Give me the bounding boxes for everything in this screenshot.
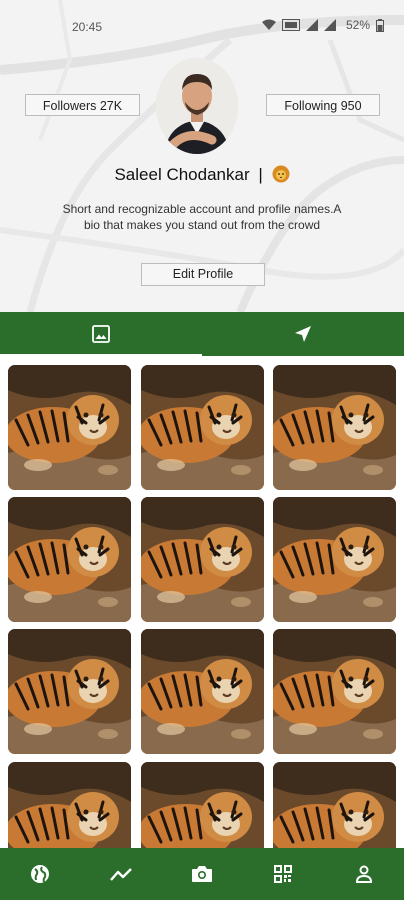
name-separator: | [258,165,263,184]
photo-tile[interactable] [141,365,264,490]
profile-name: Saleel Chodankar [114,165,250,184]
photo-tile[interactable] [273,365,396,490]
volte-icon [281,19,300,31]
profile-header: 20:45 52% Followers 27K Following 950 Sa… [0,0,404,312]
photo-tile[interactable] [8,762,131,848]
camera-icon [191,866,212,882]
signal-icon [305,19,318,31]
signal-icon [323,19,336,31]
person-icon [355,865,372,883]
photo-tile[interactable] [141,629,264,754]
profile-tab-bar [0,312,404,356]
status-icons: 52% [261,18,384,32]
following-count[interactable]: Following 950 [266,94,380,116]
tab-photos[interactable] [0,312,202,356]
photo-tile[interactable] [273,497,396,622]
tiger-photo [273,497,396,622]
nav-profile[interactable] [344,854,384,894]
tiger-photo [273,629,396,754]
globe-icon [31,865,50,883]
bottom-navigation [0,848,404,900]
trending-icon [110,868,133,881]
image-icon [92,325,110,343]
photo-tile[interactable] [8,629,131,754]
tiger-photo [141,365,264,490]
nav-trending[interactable] [101,854,141,894]
profile-bio: Short and recognizable account and profi… [62,202,342,232]
nav-explore[interactable] [20,854,60,894]
photo-tile[interactable] [141,762,264,848]
tiger-photo [141,629,264,754]
photo-tile[interactable] [141,497,264,622]
tiger-photo [8,762,131,848]
photo-tile[interactable] [8,365,131,490]
photo-tile[interactable] [273,629,396,754]
battery-percent: 52% [345,18,370,32]
tiger-photo [8,629,131,754]
status-time: 20:45 [72,20,103,34]
navigation-arrow-icon [295,326,311,342]
qr-code-icon [273,865,292,883]
avatar[interactable] [156,58,238,154]
nav-qr-code[interactable] [263,854,303,894]
tab-location[interactable] [202,312,404,356]
tiger-photo [273,365,396,490]
edit-profile-button[interactable]: Edit Profile [141,263,265,286]
lion-icon [272,165,290,183]
status-bar: 20:45 52% [0,0,404,56]
battery-icon [376,18,384,32]
tiger-photo [8,365,131,490]
tiger-photo [141,762,264,848]
tiger-photo [141,497,264,622]
tiger-photo [273,762,396,848]
tiger-photo [8,497,131,622]
followers-count[interactable]: Followers 27K [25,94,140,116]
photo-grid [0,356,404,848]
photo-tile[interactable] [8,497,131,622]
nav-camera[interactable] [182,854,222,894]
profile-name-row: Saleel Chodankar | [0,165,404,185]
photo-tile[interactable] [273,762,396,848]
wifi-icon [261,19,276,30]
